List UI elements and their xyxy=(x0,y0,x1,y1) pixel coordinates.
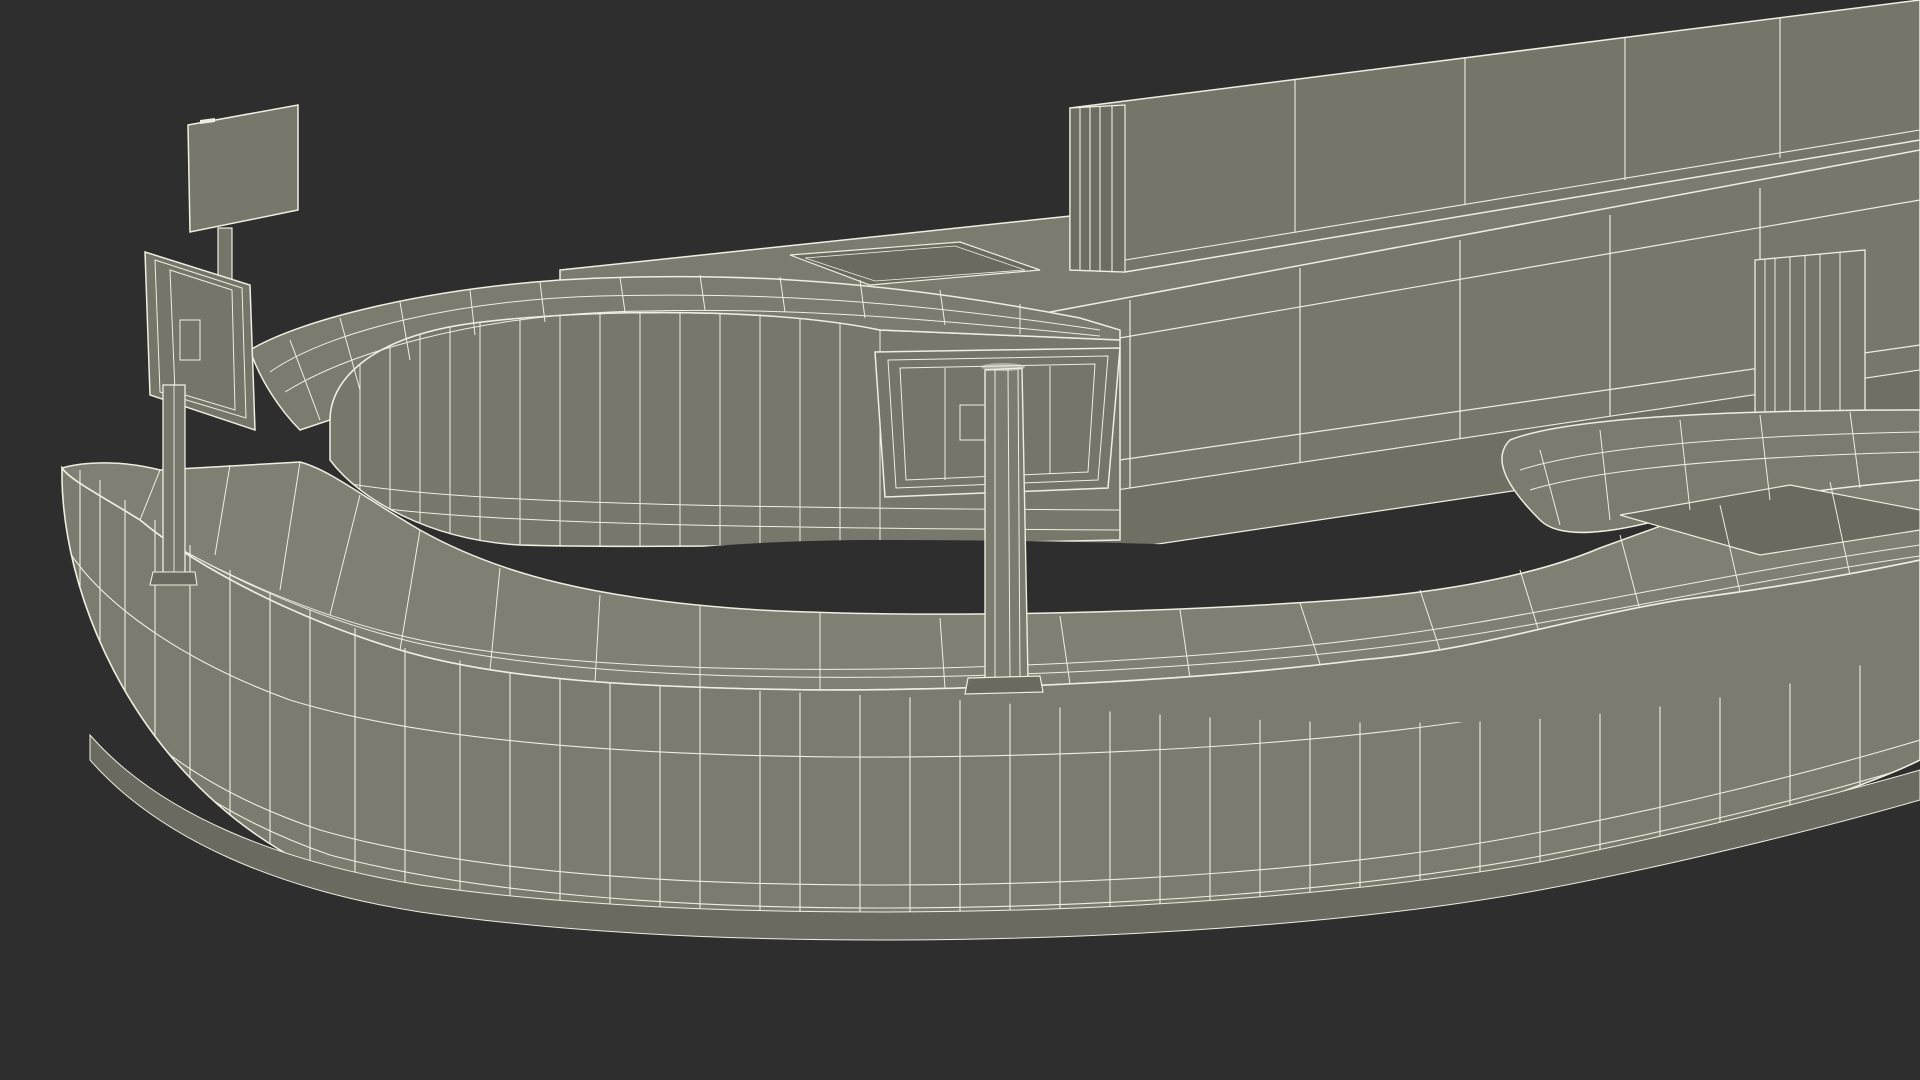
wireframe-model xyxy=(60,0,1920,941)
render-viewport xyxy=(0,0,1920,1080)
